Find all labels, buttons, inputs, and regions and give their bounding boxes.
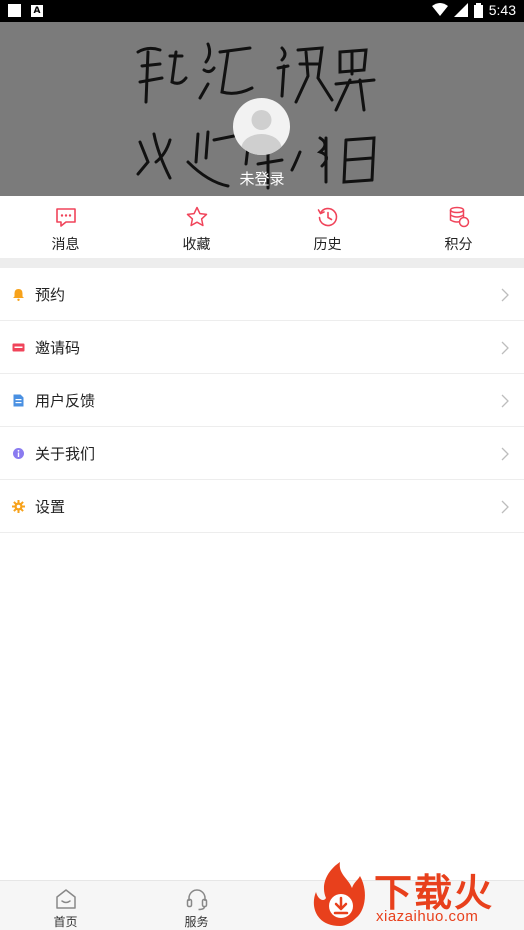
headset-icon	[186, 889, 207, 911]
menu-item-about-us[interactable]: 关于我们	[0, 427, 524, 480]
menu-item-label: 设置	[35, 498, 66, 516]
chevron-right-icon	[501, 447, 509, 461]
quick-nav-label: 消息	[51, 237, 80, 253]
status-indicators: 5:43	[431, 2, 516, 18]
star-icon	[186, 206, 207, 227]
login-status-text[interactable]: 未登录	[0, 168, 524, 189]
quick-nav: 消息 收藏 历史 积分	[0, 196, 524, 258]
feedback-icon	[13, 394, 24, 407]
status-bar: A 5:43	[0, 0, 524, 22]
avatar[interactable]	[233, 98, 290, 155]
menu-list: 预约 邀请码 用户反馈 关于我们 设置	[0, 268, 524, 533]
notification-icons: A	[8, 4, 43, 17]
watermark-url: xiazaihuo.com	[376, 908, 479, 925]
info-icon	[13, 448, 24, 459]
history-icon	[317, 207, 337, 227]
chevron-right-icon	[501, 500, 509, 514]
quick-nav-label: 积分	[444, 237, 473, 253]
chevron-right-icon	[501, 288, 509, 302]
tab-home[interactable]: 首页	[0, 881, 131, 930]
menu-item-settings[interactable]: 设置	[0, 480, 524, 533]
menu-item-label: 用户反馈	[35, 392, 96, 410]
signal-icon	[453, 3, 468, 17]
tab-label: 首页	[53, 915, 78, 929]
chevron-right-icon	[501, 341, 509, 355]
gear-icon	[12, 500, 25, 513]
tab-label: 服务	[184, 915, 209, 929]
watermark-logo: 下载火 xiazaihuo.com	[306, 858, 524, 930]
notification-square-icon	[8, 4, 21, 17]
message-icon	[55, 208, 76, 227]
home-icon	[55, 889, 76, 909]
menu-item-reservation[interactable]: 预约	[0, 268, 524, 321]
battery-icon	[473, 2, 483, 18]
quick-nav-messages[interactable]: 消息	[0, 196, 131, 258]
tab-service[interactable]: 服务	[131, 881, 262, 930]
menu-item-label: 关于我们	[35, 445, 96, 463]
menu-item-label: 预约	[35, 286, 66, 304]
wifi-icon	[431, 3, 448, 16]
menu-item-feedback[interactable]: 用户反馈	[0, 374, 524, 427]
section-divider	[0, 258, 524, 268]
quick-nav-history[interactable]: 历史	[262, 196, 393, 258]
notification-a-icon: A	[31, 4, 43, 17]
default-avatar-icon	[241, 110, 282, 155]
menu-item-invite-code[interactable]: 邀请码	[0, 321, 524, 374]
chevron-right-icon	[501, 394, 509, 408]
flame-logo-icon	[313, 862, 365, 926]
coins-icon	[449, 206, 469, 228]
menu-item-label: 邀请码	[35, 339, 81, 357]
quick-nav-favorites[interactable]: 收藏	[131, 196, 262, 258]
quick-nav-label: 历史	[313, 237, 342, 253]
bell-icon	[13, 289, 24, 301]
quick-nav-points[interactable]: 积分	[393, 196, 524, 258]
status-time: 5:43	[488, 2, 516, 18]
ticket-icon	[12, 343, 25, 352]
profile-header: 未登录	[0, 22, 524, 196]
quick-nav-label: 收藏	[182, 237, 211, 253]
